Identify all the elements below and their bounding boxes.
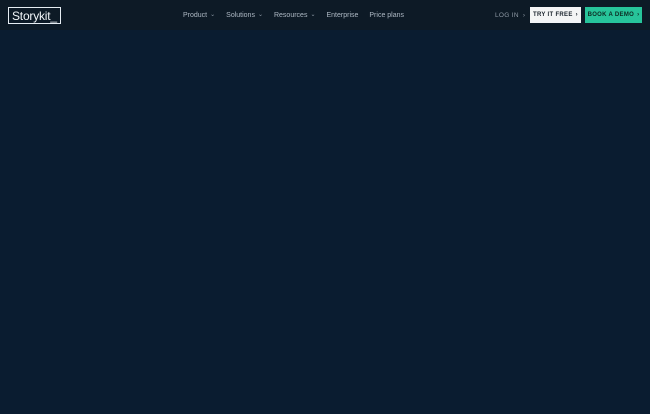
nav-item-label: Solutions (226, 11, 255, 19)
login-link[interactable]: LOG IN › (495, 9, 525, 21)
nav-item-label: Product (183, 11, 208, 19)
nav-item-product[interactable]: Product ⌄ (183, 12, 215, 19)
logo-text: Storykit_ (12, 8, 57, 23)
book-demo-label: BOOK A DEMO (587, 12, 635, 18)
main-content-area (0, 30, 650, 414)
arrow-right-icon: › (637, 12, 640, 18)
book-demo-button[interactable]: BOOK A DEMO › (585, 7, 642, 23)
main-nav: Product ⌄ Solutions ⌄ Resources ⌄ Enterp… (183, 9, 404, 21)
try-free-label: TRY IT FREE (533, 12, 573, 18)
chevron-down-icon: ⌄ (310, 12, 316, 18)
nav-item-label: Price plans (369, 11, 405, 19)
arrow-right-icon: › (575, 12, 578, 18)
nav-item-label: Resources (273, 11, 308, 19)
nav-item-price-plans[interactable]: Price plans (369, 12, 404, 19)
try-free-button[interactable]: TRY IT FREE › (530, 7, 581, 23)
nav-item-resources[interactable]: Resources ⌄ (274, 12, 316, 19)
storykit-logo[interactable]: Storykit_ (8, 7, 61, 24)
top-navbar: Storykit_ Product ⌄ Solutions ⌄ Resource… (0, 0, 650, 30)
arrow-right-icon: › (522, 11, 526, 19)
chevron-down-icon: ⌄ (210, 12, 216, 18)
chevron-down-icon: ⌄ (257, 12, 263, 18)
nav-item-solutions[interactable]: Solutions ⌄ (226, 12, 263, 19)
login-label: LOG IN (495, 11, 519, 19)
nav-item-enterprise[interactable]: Enterprise (326, 12, 358, 19)
nav-item-label: Enterprise (326, 11, 359, 19)
